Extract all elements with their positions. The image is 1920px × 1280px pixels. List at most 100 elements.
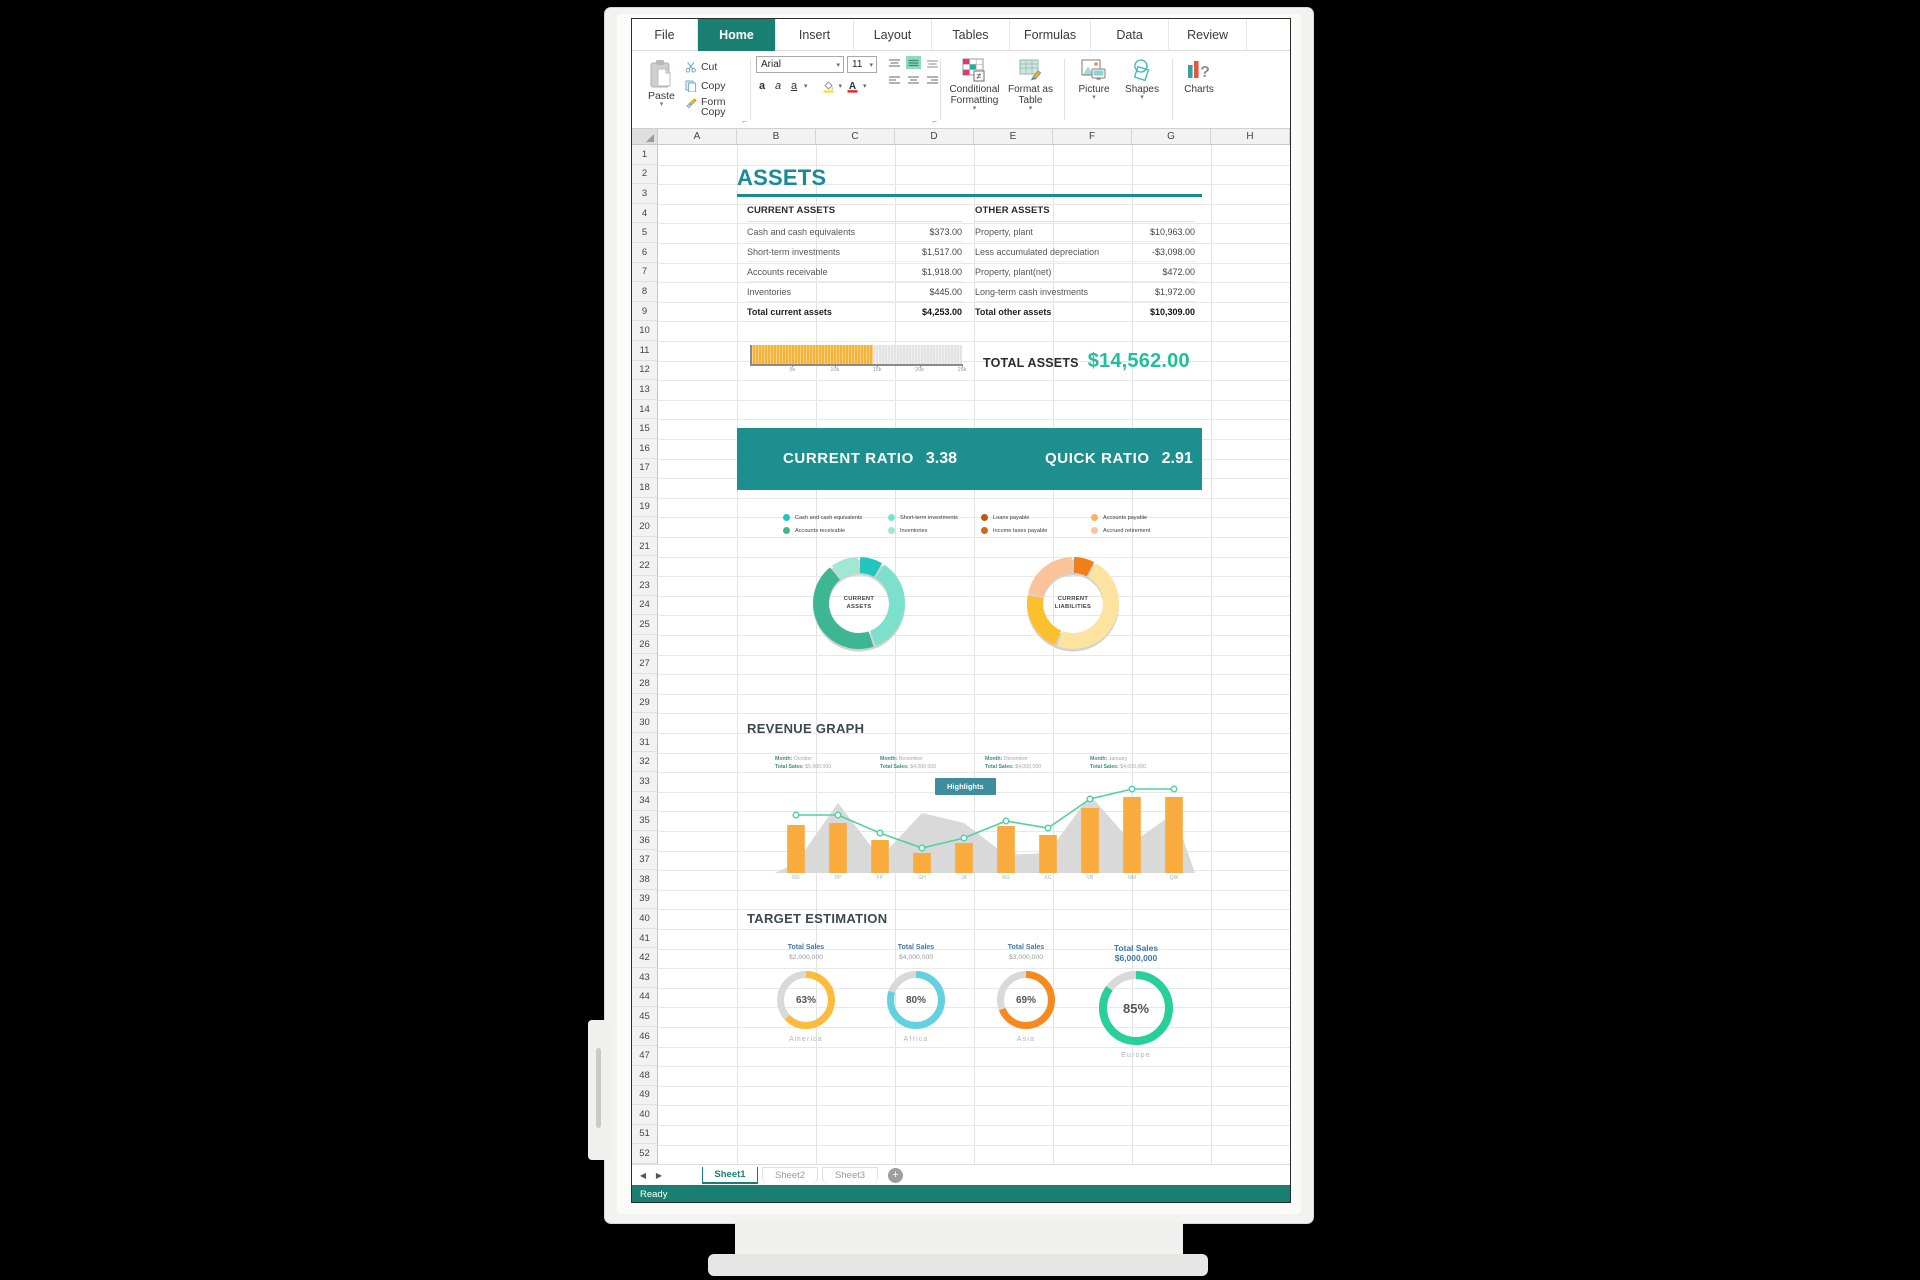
copy-button[interactable]: Copy (685, 78, 744, 94)
align-middle-button[interactable] (906, 56, 921, 69)
picture-button[interactable]: Picture ▾ (1070, 56, 1118, 101)
row-header[interactable]: 13 (632, 380, 657, 400)
row-header[interactable]: 9 (632, 301, 657, 322)
row-header[interactable]: 14 (632, 399, 657, 420)
row-header[interactable]: 35 (632, 811, 657, 831)
font-name-caret-icon[interactable]: ▾ (836, 61, 840, 69)
tab-file[interactable]: File (632, 19, 698, 51)
sheet-next-icon[interactable]: ▶ (652, 1171, 666, 1180)
cut-button[interactable]: Cut (685, 59, 744, 75)
row-header[interactable]: 4 (632, 203, 657, 224)
row-header[interactable]: 28 (632, 674, 657, 694)
format-as-table-caret-icon[interactable]: ▾ (1029, 105, 1033, 112)
row-header[interactable]: 27 (632, 654, 657, 675)
row-header[interactable]: 41 (632, 928, 657, 949)
row-header[interactable]: 2 (632, 164, 657, 185)
align-bottom-button[interactable] (925, 56, 940, 69)
row-header[interactable]: 40 (632, 1105, 657, 1125)
row-header[interactable]: 30 (632, 713, 657, 733)
align-right-button[interactable] (925, 73, 940, 86)
row-header[interactable]: 11 (632, 340, 657, 361)
conditional-formatting-button[interactable]: ≠ Conditional Formatting ▾ (946, 56, 1003, 112)
underline-caret-icon[interactable]: ▾ (804, 82, 808, 90)
column-header-c[interactable]: C (816, 129, 895, 144)
row-header[interactable]: 19 (632, 497, 657, 518)
row-header[interactable]: 23 (632, 576, 657, 596)
font-dialog-launcher[interactable]: ⌐ (932, 117, 937, 126)
sheet-tab-sheet2[interactable]: Sheet2 (762, 1166, 818, 1184)
row-header[interactable]: 5 (632, 223, 657, 243)
tab-tables[interactable]: Tables (932, 19, 1010, 51)
row-header[interactable]: 38 (632, 869, 657, 890)
fill-color-caret-icon[interactable]: ▾ (839, 82, 843, 90)
font-name-input[interactable]: Arial ▾ (756, 56, 844, 73)
row-header[interactable]: 10 (632, 321, 657, 341)
column-header-a[interactable]: A (658, 129, 737, 144)
bold-button[interactable]: a (756, 80, 768, 92)
row-header[interactable]: 3 (632, 184, 657, 204)
add-sheet-button[interactable]: + (888, 1167, 903, 1183)
row-header[interactable]: 51 (632, 1124, 657, 1145)
row-header[interactable]: 24 (632, 595, 657, 616)
fill-color-icon[interactable] (822, 79, 835, 93)
row-header[interactable]: 48 (632, 1065, 657, 1086)
row-header[interactable]: 40 (632, 909, 657, 929)
row-header[interactable]: 44 (632, 987, 657, 1008)
tab-layout[interactable]: Layout (854, 19, 932, 51)
column-header-b[interactable]: B (737, 129, 816, 144)
row-header[interactable]: 34 (632, 791, 657, 812)
font-size-caret-icon[interactable]: ▾ (869, 61, 873, 69)
row-header[interactable]: 7 (632, 262, 657, 283)
column-header-f[interactable]: F (1053, 129, 1132, 144)
row-header[interactable]: 32 (632, 752, 657, 772)
row-header[interactable]: 52 (632, 1144, 657, 1164)
clipboard-dialog-launcher[interactable]: ⌐ (742, 117, 747, 126)
row-header[interactable]: 17 (632, 458, 657, 479)
select-all-corner[interactable] (632, 129, 658, 144)
row-header[interactable]: 29 (632, 693, 657, 714)
highlights-badge[interactable]: Highlights (935, 778, 996, 795)
row-header[interactable]: 1 (632, 145, 657, 165)
tab-insert[interactable]: Insert (776, 19, 854, 51)
row-header[interactable]: 45 (632, 1007, 657, 1027)
row-header[interactable]: 18 (632, 478, 657, 498)
italic-button[interactable]: a (772, 80, 784, 92)
tab-data[interactable]: Data (1091, 19, 1170, 51)
row-header[interactable]: 16 (632, 438, 657, 459)
column-header-h[interactable]: H (1211, 129, 1290, 144)
tab-formulas[interactable]: Formulas (1010, 19, 1092, 51)
row-header[interactable]: 25 (632, 615, 657, 635)
row-header[interactable]: 46 (632, 1026, 657, 1047)
row-header[interactable]: 39 (632, 889, 657, 910)
row-header[interactable]: 42 (632, 948, 657, 968)
shapes-button[interactable]: Shapes ▾ (1118, 56, 1166, 101)
paste-button[interactable]: Paste ▾ (638, 56, 685, 108)
align-left-button[interactable] (887, 73, 902, 86)
paste-dropdown-caret[interactable]: ▾ (660, 101, 664, 108)
shapes-caret-icon[interactable]: ▾ (1140, 94, 1144, 101)
row-header[interactable]: 37 (632, 850, 657, 870)
row-header[interactable]: 15 (632, 419, 657, 439)
tab-review[interactable]: Review (1169, 19, 1248, 51)
row-header[interactable]: 49 (632, 1085, 657, 1106)
row-header[interactable]: 36 (632, 830, 657, 851)
row-header[interactable]: 26 (632, 634, 657, 655)
row-header[interactable]: 43 (632, 967, 657, 988)
tab-home[interactable]: Home (698, 19, 776, 51)
row-header[interactable]: 6 (632, 242, 657, 263)
row-header[interactable]: 22 (632, 556, 657, 577)
row-header[interactable]: 20 (632, 517, 657, 537)
row-header[interactable]: 33 (632, 772, 657, 792)
worksheet-cells[interactable]: ASSETS CURRENT ASSETS Cash and cash equi… (658, 145, 1290, 1164)
sheet-tab-sheet1[interactable]: Sheet1 (702, 1166, 758, 1184)
font-color-caret-icon[interactable]: ▾ (863, 82, 867, 90)
align-top-button[interactable] (887, 56, 902, 69)
conditional-formatting-caret-icon[interactable]: ▾ (973, 105, 977, 112)
font-size-input[interactable]: 11 ▾ (847, 56, 877, 73)
format-as-table-button[interactable]: Format as Table ▾ (1003, 56, 1058, 112)
column-header-g[interactable]: G (1132, 129, 1211, 144)
underline-button[interactable]: a (788, 80, 800, 92)
picture-caret-icon[interactable]: ▾ (1092, 94, 1096, 101)
format-copy-button[interactable]: Form Copy (685, 97, 744, 117)
row-header[interactable]: 47 (632, 1046, 657, 1066)
